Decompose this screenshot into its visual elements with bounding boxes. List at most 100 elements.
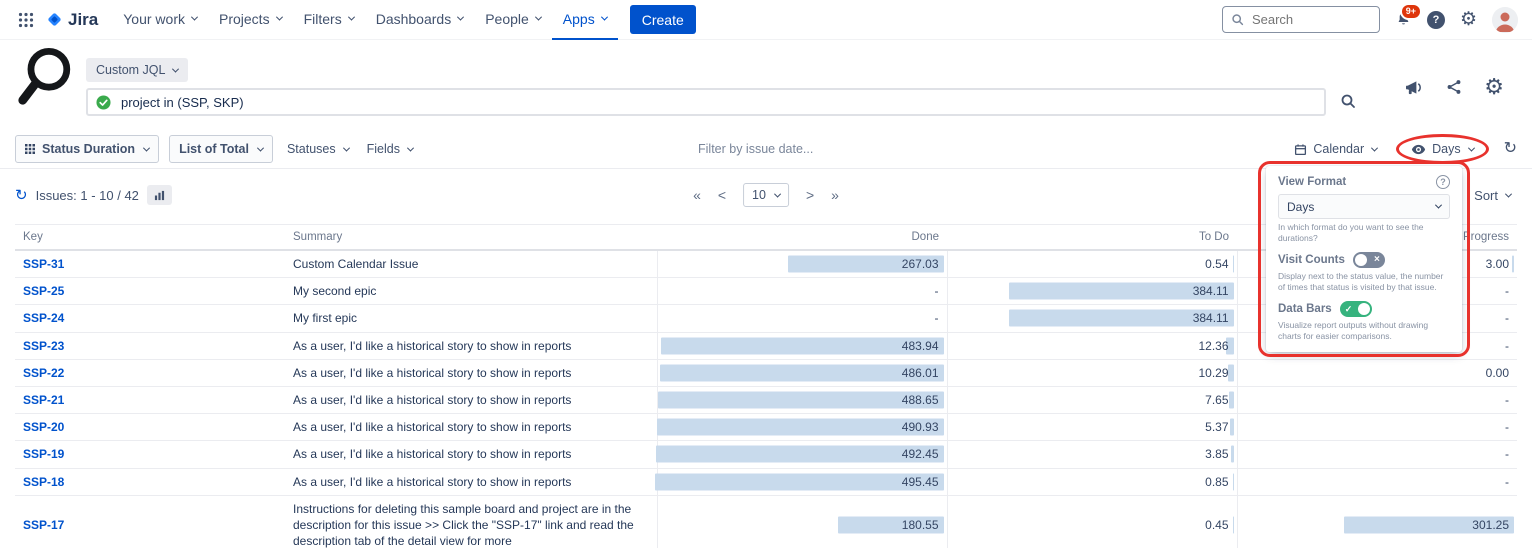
in-progress-cell: - — [1237, 414, 1517, 441]
topnav-item-filters[interactable]: Filters — [293, 0, 365, 40]
column-header-key[interactable]: Key — [15, 225, 285, 251]
top-navigation: Jira Your workProjectsFiltersDashboardsP… — [0, 0, 1532, 40]
first-page-button[interactable]: « — [693, 187, 701, 203]
chart-view-button[interactable] — [147, 185, 172, 205]
calendar-button[interactable]: Calendar — [1290, 142, 1381, 156]
report-type-button[interactable]: Status Duration — [15, 135, 159, 163]
create-button[interactable]: Create — [630, 5, 696, 34]
data-bar — [1231, 446, 1233, 463]
topnav-item-people[interactable]: People — [474, 0, 552, 40]
issue-date-filter-input[interactable] — [696, 141, 836, 157]
last-page-button[interactable]: » — [831, 187, 839, 203]
issue-key-link[interactable]: SSP-19 — [23, 447, 64, 461]
data-bar — [1512, 256, 1514, 273]
check-icon: ✓ — [1345, 302, 1353, 316]
topnav-item-apps[interactable]: Apps — [552, 0, 618, 40]
todo-cell: 10.29 — [947, 359, 1237, 386]
statuses-button[interactable]: Statuses — [283, 142, 353, 156]
popup-title: View Format — [1278, 176, 1346, 188]
issue-key-link[interactable]: SSP-22 — [23, 366, 64, 380]
next-page-button[interactable]: > — [806, 187, 814, 203]
app-logo-magnifier-icon — [14, 44, 76, 115]
settings-gear-icon[interactable]: ⚙ — [1460, 10, 1477, 29]
visit-counts-toggle[interactable]: × — [1353, 252, 1385, 268]
done-cell: 486.01 — [657, 359, 947, 386]
data-bars-label: Data Bars — [1278, 303, 1332, 315]
search-icon — [1231, 13, 1244, 26]
in-progress-cell: - — [1237, 468, 1517, 495]
data-bars-toggle[interactable]: ✓ — [1340, 301, 1372, 317]
data-bars-help-text: Visualize report outputs without drawing… — [1278, 320, 1450, 342]
person-icon — [1492, 7, 1518, 33]
issue-key-link[interactable]: SSP-25 — [23, 284, 64, 298]
format-select[interactable]: Days — [1278, 194, 1450, 219]
issue-summary-cell: As a user, I'd like a historical story t… — [285, 359, 657, 386]
jira-logo[interactable]: Jira — [46, 10, 98, 30]
query-section: Custom JQL — [0, 40, 1532, 134]
visit-counts-label: Visit Counts — [1278, 254, 1345, 266]
issue-key-link[interactable]: SSP-31 — [23, 257, 64, 271]
chevron-down-icon — [407, 144, 414, 151]
issue-key-cell: SSP-20 — [15, 414, 285, 441]
done-cell: 490.93 — [657, 414, 947, 441]
prev-page-button[interactable]: < — [718, 187, 726, 203]
todo-cell: 12.36 — [947, 332, 1237, 359]
topnav-item-projects[interactable]: Projects — [208, 0, 293, 40]
table-row: SSP-17Instructions for deleting this sam… — [15, 495, 1517, 548]
column-header-todo[interactable]: To Do — [947, 225, 1237, 251]
issue-key-link[interactable]: SSP-23 — [23, 339, 64, 353]
days-view-button[interactable]: Days — [1407, 142, 1477, 156]
chevron-down-icon — [143, 144, 150, 151]
app-switcher-icon[interactable] — [14, 8, 38, 32]
user-avatar[interactable] — [1492, 7, 1518, 33]
jql-mode-button[interactable]: Custom JQL — [86, 58, 188, 82]
table-row: SSP-20As a user, I'd like a historical s… — [15, 414, 1517, 441]
todo-cell: 7.65 — [947, 386, 1237, 413]
column-header-summary[interactable]: Summary — [285, 225, 657, 251]
cross-icon: × — [1374, 253, 1380, 267]
help-icon[interactable]: ? — [1427, 11, 1445, 29]
jql-input-box[interactable] — [86, 88, 1326, 116]
table-row: SSP-21As a user, I'd like a historical s… — [15, 386, 1517, 413]
data-bar — [656, 446, 943, 463]
data-bar — [1230, 419, 1233, 436]
topnav-item-dashboards[interactable]: Dashboards — [365, 0, 475, 40]
issue-key-cell: SSP-17 — [15, 495, 285, 548]
sync-icon[interactable]: ↻ — [15, 188, 28, 203]
chevron-down-icon — [348, 14, 355, 21]
jql-input[interactable] — [119, 94, 1316, 111]
done-cell: 492.45 — [657, 441, 947, 468]
sort-button[interactable]: Sort — [1468, 187, 1517, 204]
issue-key-cell: SSP-23 — [15, 332, 285, 359]
issue-key-cell: SSP-18 — [15, 468, 285, 495]
topnav-item-your-work[interactable]: Your work — [112, 0, 208, 40]
global-search[interactable] — [1222, 6, 1380, 33]
announcement-icon[interactable] — [1405, 79, 1424, 96]
notifications-bell-icon[interactable]: 9+ — [1395, 11, 1412, 28]
issue-key-cell: SSP-21 — [15, 386, 285, 413]
table-row: SSP-19As a user, I'd like a historical s… — [15, 441, 1517, 468]
refresh-icon[interactable]: ↻ — [1504, 141, 1517, 157]
issue-key-cell: SSP-19 — [15, 441, 285, 468]
in-progress-cell: - — [1237, 386, 1517, 413]
page-size-select[interactable]: 10 — [743, 183, 789, 207]
issue-key-link[interactable]: SSP-21 — [23, 393, 64, 407]
issue-key-link[interactable]: SSP-24 — [23, 311, 64, 325]
issue-summary-cell: My first epic — [285, 305, 657, 332]
todo-cell: 0.45 — [947, 495, 1237, 548]
report-settings-gear-icon[interactable]: ⚙ — [1484, 76, 1504, 98]
column-header-done[interactable]: Done — [657, 225, 947, 251]
share-icon[interactable] — [1446, 79, 1462, 95]
issue-key-link[interactable]: SSP-17 — [23, 518, 64, 532]
global-search-input[interactable] — [1250, 11, 1365, 28]
fields-button[interactable]: Fields — [363, 142, 417, 156]
jql-search-icon[interactable] — [1340, 93, 1356, 109]
format-help-text: In which format do you want to see the d… — [1278, 222, 1450, 244]
issue-key-link[interactable]: SSP-20 — [23, 420, 64, 434]
issue-key-link[interactable]: SSP-18 — [23, 475, 64, 489]
help-icon[interactable]: ? — [1436, 175, 1450, 189]
data-bar — [655, 473, 944, 490]
data-bar — [657, 419, 943, 436]
issue-summary-cell: Custom Calendar Issue — [285, 250, 657, 278]
view-type-button[interactable]: List of Total — [169, 135, 273, 163]
